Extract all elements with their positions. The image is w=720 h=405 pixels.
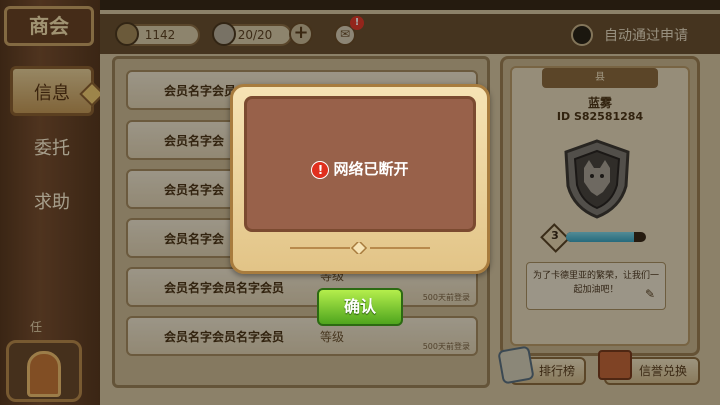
- alert-icon: !: [311, 160, 330, 179]
- ornament-divider-icon: [290, 242, 430, 254]
- dialog-message: ! 网络已断开: [244, 158, 476, 179]
- confirm-button[interactable]: 确认: [317, 288, 403, 326]
- dialog-message-text: 网络已断开: [333, 160, 409, 178]
